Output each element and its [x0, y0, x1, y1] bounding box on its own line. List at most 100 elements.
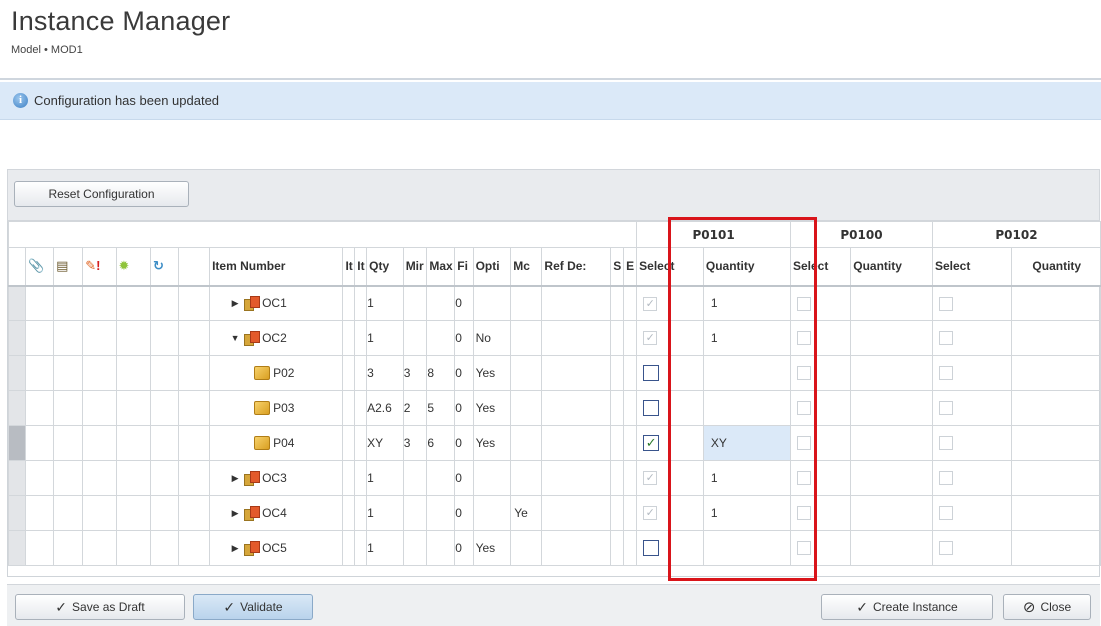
qty-cell[interactable]: 1	[366, 460, 404, 496]
p0102-select-cell[interactable]	[932, 425, 1012, 461]
select-checkbox[interactable]	[797, 401, 811, 416]
p0102-select-header[interactable]: Select	[932, 247, 1012, 287]
reset-configuration-button[interactable]: Reset Configuration	[14, 181, 189, 207]
select-checkbox[interactable]: ✓	[643, 506, 658, 521]
save-as-draft-button[interactable]: ✓ Save as Draft	[15, 594, 185, 620]
select-checkbox[interactable]	[643, 540, 660, 556]
p0100-select-cell[interactable]	[789, 530, 852, 566]
p0102-quantity-cell[interactable]	[1010, 460, 1101, 496]
expand-arrow-icon[interactable]: ▶	[230, 473, 240, 484]
p0100-quantity-cell[interactable]	[850, 460, 933, 496]
p0100-quantity-cell[interactable]	[850, 355, 933, 391]
p0100-quantity-cell[interactable]	[850, 320, 933, 356]
p0102-quantity-cell[interactable]	[1010, 425, 1101, 461]
p0102-select-cell[interactable]	[932, 355, 1012, 391]
p0101-quantity-cell[interactable]	[702, 390, 792, 426]
s-header[interactable]: S	[610, 247, 625, 287]
p0100-quantity-cell[interactable]	[850, 390, 933, 426]
p0101-quantity-header[interactable]: Quantity	[702, 247, 792, 287]
p0100-select-cell[interactable]	[789, 495, 852, 531]
p0102-quantity-cell[interactable]	[1010, 355, 1101, 391]
p0101-select-cell[interactable]	[636, 355, 704, 391]
p0100-select-cell[interactable]	[789, 355, 852, 391]
p0102-quantity-header[interactable]: Quantity	[1010, 247, 1101, 287]
select-checkbox[interactable]	[939, 331, 953, 346]
p0102-quantity-cell[interactable]	[1010, 390, 1101, 426]
table-row[interactable]: ▶ OC1 1 0 ✓ 1	[7, 285, 1101, 321]
p0102-quantity-cell[interactable]	[1010, 530, 1101, 566]
select-checkbox[interactable]	[939, 366, 953, 381]
p0102-select-cell[interactable]	[932, 320, 1012, 356]
p0102-select-cell[interactable]	[932, 390, 1012, 426]
printer-column-header[interactable]: ▤	[53, 247, 84, 287]
p0100-select-cell[interactable]	[789, 390, 852, 426]
refresh-column-header[interactable]: ↻	[149, 247, 179, 287]
p0100-quantity-cell[interactable]	[850, 425, 933, 461]
e-header[interactable]: E	[623, 247, 638, 287]
select-checkbox[interactable]	[939, 436, 953, 451]
p0101-quantity-cell[interactable]: 1	[702, 460, 792, 496]
item-number-header[interactable]: Item Number	[209, 247, 344, 287]
select-checkbox[interactable]: ✓	[643, 331, 658, 346]
select-checkbox[interactable]	[797, 366, 811, 381]
p0102-quantity-cell[interactable]	[1010, 285, 1101, 321]
p0100-quantity-header[interactable]: Quantity	[850, 247, 933, 287]
expand-arrow-icon[interactable]: ▶	[230, 298, 240, 309]
row-selector[interactable]	[7, 460, 27, 496]
p0102-select-cell[interactable]	[932, 285, 1012, 321]
p0101-quantity-cell[interactable]	[702, 355, 792, 391]
select-checkbox[interactable]	[939, 541, 953, 556]
p0102-quantity-cell[interactable]	[1010, 495, 1101, 531]
p0101-select-cell[interactable]: ✓	[636, 495, 704, 531]
p0101-select-cell[interactable]: ✓	[636, 460, 704, 496]
p0100-select-cell[interactable]	[789, 285, 852, 321]
fi-header[interactable]: Fi	[454, 247, 474, 287]
optional-header[interactable]: Opti	[472, 247, 512, 287]
p0101-quantity-cell[interactable]: 1	[702, 495, 792, 531]
p0101-select-header[interactable]: Select	[636, 247, 704, 287]
row-selector[interactable]	[7, 425, 27, 461]
validate-button[interactable]: ✓ Validate	[193, 594, 313, 620]
close-button[interactable]: ⊘ Close	[1003, 594, 1091, 620]
table-row[interactable]: ▼ OC2 1 0 No ✓ 1	[7, 320, 1101, 356]
p0101-select-cell[interactable]	[636, 530, 704, 566]
qty-cell[interactable]: 3	[366, 355, 404, 391]
select-checkbox[interactable]	[643, 400, 660, 416]
p0101-select-cell[interactable]: ✓	[636, 285, 704, 321]
table-row[interactable]: ▶ OC3 1 0 ✓ 1	[7, 460, 1101, 496]
row-selector[interactable]	[7, 285, 27, 321]
p0102-select-cell[interactable]	[932, 495, 1012, 531]
qty-header[interactable]: Qty	[366, 247, 404, 287]
min-header[interactable]: Mir	[402, 247, 428, 287]
row-selector[interactable]	[7, 390, 27, 426]
p0102-select-cell[interactable]	[932, 460, 1012, 496]
p0101-select-cell[interactable]: ✓	[636, 320, 704, 356]
mc-header[interactable]: Mc	[510, 247, 543, 287]
p0101-quantity-cell[interactable]: 1	[702, 285, 792, 321]
select-checkbox[interactable]: ✓	[643, 296, 658, 311]
p0101-select-cell[interactable]	[636, 390, 704, 426]
collapse-arrow-icon[interactable]: ▼	[230, 333, 240, 343]
expand-arrow-icon[interactable]: ▶	[230, 508, 240, 519]
select-checkbox[interactable]: ✓	[643, 471, 658, 486]
qty-cell[interactable]: 1	[366, 285, 404, 321]
row-selector[interactable]	[7, 355, 27, 391]
qty-cell[interactable]: 1	[366, 320, 404, 356]
p0100-select-cell[interactable]	[789, 320, 852, 356]
col-it-1-header[interactable]: It	[342, 247, 356, 287]
warning-column-header[interactable]: ✹	[115, 247, 151, 287]
select-checkbox[interactable]: ✓	[643, 435, 660, 451]
table-row[interactable]: P02 3 3 8 0 Yes	[7, 355, 1101, 391]
p0100-select-cell[interactable]	[789, 425, 852, 461]
select-checkbox[interactable]	[797, 506, 811, 521]
p0101-quantity-cell[interactable]	[702, 530, 792, 566]
row-selector[interactable]	[7, 320, 27, 356]
qty-cell[interactable]: 1	[366, 530, 404, 566]
row-selector[interactable]	[7, 495, 27, 531]
select-checkbox[interactable]	[939, 506, 953, 521]
attachment-column-header[interactable]: 📎	[25, 247, 55, 287]
qty-cell[interactable]: A2.6	[366, 390, 404, 426]
p0101-quantity-cell[interactable]: XY	[702, 425, 792, 461]
p0100-quantity-cell[interactable]	[850, 285, 933, 321]
ref-des-header[interactable]: Ref De:	[541, 247, 612, 287]
